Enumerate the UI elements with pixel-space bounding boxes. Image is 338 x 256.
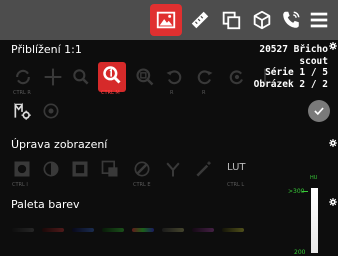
zoom-section-title: Přiblížení 1:1 xyxy=(11,43,82,56)
lut-button[interactable]: LUT xyxy=(227,162,246,173)
image-settings-tool[interactable] xyxy=(11,100,33,122)
ruler-icon xyxy=(191,11,209,29)
magnifier-icon xyxy=(73,69,89,85)
zoom-one-to-one-tool[interactable] xyxy=(101,64,123,86)
pan-tool[interactable] xyxy=(42,66,64,88)
palette-swatch-rainbow[interactable] xyxy=(132,228,154,232)
magic-wand-icon xyxy=(196,161,211,177)
image-icon xyxy=(156,11,176,29)
ctrl-m-shortcut: CTRL M xyxy=(101,90,120,96)
copy-button[interactable] xyxy=(215,4,247,36)
palette-section-title: Paleta barev xyxy=(11,198,80,211)
ctrl-i-shortcut: CTRL I xyxy=(12,182,28,188)
copy-icon xyxy=(222,11,241,30)
rotate-right-shortcut: R xyxy=(202,90,206,96)
move-icon xyxy=(44,68,62,86)
rotate-left-tool[interactable] xyxy=(163,66,185,88)
gamma-tool[interactable] xyxy=(162,158,184,180)
palette-swatch-hot[interactable] xyxy=(42,228,64,232)
magic-wand-tool[interactable] xyxy=(193,158,215,180)
palette-swatch-gray[interactable] xyxy=(12,228,34,232)
palette-swatch-bone[interactable] xyxy=(162,228,184,232)
cube-icon xyxy=(253,10,271,30)
palette-swatch-purple[interactable] xyxy=(192,228,214,232)
hu-unit-label: HU xyxy=(310,175,318,181)
zoom-tool[interactable] xyxy=(70,66,92,88)
rotate-left-icon xyxy=(166,70,182,85)
rotate-right-icon xyxy=(197,70,213,85)
invert-tool[interactable] xyxy=(11,158,33,180)
zoom-fit-tool[interactable] xyxy=(134,66,156,88)
enhance-tool[interactable] xyxy=(131,158,153,180)
menu-icon xyxy=(310,12,328,28)
measure-button[interactable] xyxy=(184,4,216,36)
check-icon xyxy=(314,107,324,116)
palette-settings-gear-icon[interactable] xyxy=(329,198,337,206)
image-mode-button[interactable] xyxy=(150,4,182,36)
3d-button[interactable] xyxy=(246,4,278,36)
contrast-icon xyxy=(43,161,59,177)
flip-tool[interactable] xyxy=(254,66,276,88)
contrast-tool[interactable] xyxy=(40,158,62,180)
confirm-button[interactable] xyxy=(308,100,330,122)
patient-name: 20527 Břicho xyxy=(259,44,328,55)
palette-swatch-yellow[interactable] xyxy=(222,228,244,232)
enhance-icon xyxy=(134,161,150,177)
ctrl-r-shortcut: CTRL R xyxy=(13,90,31,96)
hu-tick-max xyxy=(302,191,308,192)
refresh-tool[interactable] xyxy=(12,66,34,88)
zoom-settings-gear-icon[interactable] xyxy=(329,42,337,50)
rotate-left-shortcut: R xyxy=(170,90,174,96)
magnifier-fit-icon xyxy=(136,68,154,86)
invert-icon xyxy=(14,161,30,177)
image-settings-icon xyxy=(14,102,31,120)
ctrl-e-shortcut: CTRL E xyxy=(133,182,151,188)
reset-rotation-tool[interactable] xyxy=(226,66,248,88)
hu-gradient-bar xyxy=(311,188,318,253)
window-tool[interactable] xyxy=(69,158,91,180)
top-toolbar xyxy=(0,0,338,40)
gamma-icon xyxy=(166,162,180,177)
palette-swatch-green[interactable] xyxy=(102,228,124,232)
phone-icon xyxy=(283,11,300,28)
magnifier-one-icon xyxy=(103,66,121,84)
extra-tool[interactable] xyxy=(40,100,62,122)
rotate-right-tool[interactable] xyxy=(194,66,216,88)
palette-swatch-cool[interactable] xyxy=(72,228,94,232)
rotate-reset-icon xyxy=(229,70,243,85)
menu-button[interactable] xyxy=(303,4,335,36)
flip-icon xyxy=(264,68,266,86)
ctrl-l-shortcut: CTRL L xyxy=(227,182,245,188)
roi-window-tool[interactable] xyxy=(99,158,121,180)
roi-window-icon xyxy=(101,160,118,177)
refresh-icon xyxy=(16,69,30,85)
display-section-title: Úprava zobrazení xyxy=(11,138,108,151)
window-level-icon xyxy=(72,161,88,177)
circle-info-icon xyxy=(43,103,59,119)
display-settings-gear-icon[interactable] xyxy=(329,139,337,147)
